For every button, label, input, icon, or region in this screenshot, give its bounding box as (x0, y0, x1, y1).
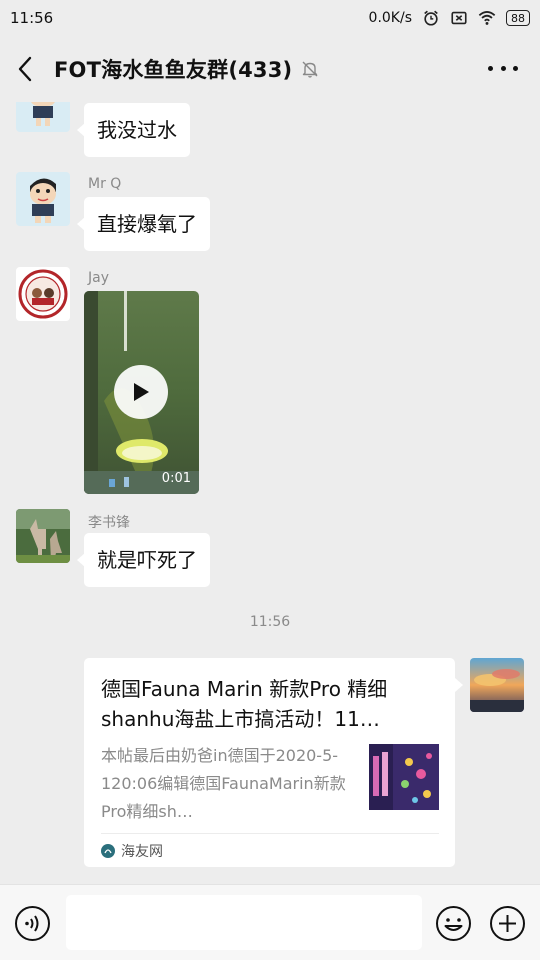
more-button[interactable] (488, 58, 518, 78)
timestamp: 11:56 (249, 614, 291, 630)
more-icon (488, 65, 493, 71)
link-card-thumbnail (369, 744, 439, 810)
page-title: FOT海水鱼鱼友群(433) (54, 58, 293, 82)
logo-avatar-icon (16, 267, 70, 321)
link-card-body: 本帖最后由奶爸in德国于2020-5-120:06编辑德国FaunaMarin新… (101, 742, 439, 826)
sunset-avatar-icon (470, 658, 524, 712)
video-message[interactable]: 0:01 (84, 291, 199, 494)
back-button[interactable] (0, 36, 50, 102)
alarm-icon (424, 10, 438, 26)
message-bubble-1[interactable]: 我没过水 (77, 103, 190, 157)
sender-name: 李书锋 (88, 515, 130, 531)
message-text-2: 直接爆氧了 (97, 212, 197, 236)
plus-icon[interactable] (489, 905, 526, 942)
status-time: 11:56 (10, 9, 54, 27)
chat-header: FOT海水鱼鱼友群(433) (0, 36, 540, 102)
message-text-4: 就是吓死了 (97, 548, 197, 572)
cartoon-avatar-icon (16, 172, 70, 226)
mute-icon (302, 61, 318, 78)
message-bubble-2[interactable]: 直接爆氧了 (77, 197, 210, 251)
status-right: 0.0K/s 88 (369, 9, 530, 27)
video-duration: 0:01 (161, 471, 191, 486)
wifi-icon (478, 11, 496, 25)
message-input[interactable] (66, 895, 422, 950)
sender-name: Jay (88, 270, 109, 286)
voice-icon[interactable] (14, 905, 51, 942)
sender-name: Mr Q (88, 176, 122, 192)
avatar-jay[interactable] (16, 267, 70, 321)
link-card[interactable]: 德国Fauna Marin 新款Pro 精细shanhu海盐上市搞活动！11… … (84, 658, 463, 868)
link-card-source: 海友网 (101, 834, 439, 868)
message-text-1: 我没过水 (97, 118, 177, 142)
link-card-source-name: 海友网 (121, 844, 163, 860)
avatar-mr-q-partial[interactable] (16, 102, 70, 132)
avatar-mr-q[interactable] (16, 172, 70, 226)
source-logo-icon (101, 844, 115, 858)
avatar-self[interactable] (470, 658, 524, 712)
avatar-li-shufeng[interactable] (16, 509, 70, 563)
play-button[interactable] (114, 365, 168, 419)
emoji-icon[interactable] (435, 905, 472, 942)
link-card-title: 德国Fauna Marin 新款Pro 精细shanhu海盐上市搞活动！11… (101, 677, 388, 731)
input-bar (0, 884, 540, 960)
play-icon (134, 383, 149, 401)
network-speed: 0.0K/s (368, 10, 412, 26)
back-icon (18, 56, 32, 82)
status-bar: 11:56 0.0K/s 88 (0, 0, 540, 36)
cartoon-avatar-icon (16, 102, 70, 132)
link-card-desc: 本帖最后由奶爸in德国于2020-5-120:06编辑德国FaunaMarin新… (101, 746, 346, 821)
sim-icon (451, 11, 467, 25)
message-bubble-4[interactable]: 就是吓死了 (77, 533, 210, 587)
photo-avatar-icon (16, 509, 70, 563)
chat-area[interactable]: 我没过水 Mr Q 直接爆氧了 Jay 0:01 李书锋 就是吓死了 11:56… (0, 102, 540, 884)
battery-icon: 88 (506, 10, 530, 26)
